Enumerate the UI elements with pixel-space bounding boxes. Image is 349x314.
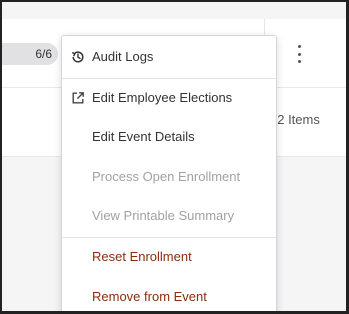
history-icon bbox=[71, 51, 84, 63]
table-top-strip bbox=[2, 2, 346, 19]
menu-item-label: Audit Logs bbox=[92, 49, 154, 64]
menu-item-label: Edit Employee Elections bbox=[92, 90, 233, 105]
menu-item-process-open-enrollment: Process Open Enrollment bbox=[62, 158, 276, 196]
more-actions-button[interactable] bbox=[293, 45, 305, 63]
menu-item-reset-enrollment[interactable]: Reset Enrollment bbox=[62, 238, 276, 276]
menu-item-remove-from-event[interactable]: Remove from Event bbox=[62, 278, 276, 311]
menu-item-audit-logs[interactable]: Audit Logs bbox=[62, 38, 276, 76]
pagination-text: f 2 Items bbox=[270, 112, 320, 127]
kebab-dot bbox=[297, 45, 301, 48]
menu-item-label: View Printable Summary bbox=[92, 208, 235, 223]
menu-item-label: Process Open Enrollment bbox=[92, 169, 241, 184]
menu-item-edit-event-details[interactable]: Edit Event Details bbox=[62, 118, 276, 156]
kebab-dot bbox=[297, 52, 301, 56]
progress-pill: 6/6 bbox=[2, 43, 58, 65]
menu-item-label: Remove from Event bbox=[92, 289, 207, 304]
menu-item-label: Edit Event Details bbox=[92, 129, 195, 144]
menu-item-label: Reset Enrollment bbox=[92, 249, 192, 264]
menu-item-edit-employee-elections[interactable]: Edit Employee Elections bbox=[62, 79, 276, 117]
kebab-dot bbox=[297, 60, 301, 63]
external-link-icon bbox=[72, 92, 84, 104]
menu-item-view-printable-summary: View Printable Summary bbox=[62, 197, 276, 235]
app-frame: 6/6 f 2 Items Audit Logs Edit Employee E… bbox=[2, 2, 346, 311]
actions-dropdown-menu: Audit Logs Edit Employee Elections Edit … bbox=[61, 35, 277, 311]
